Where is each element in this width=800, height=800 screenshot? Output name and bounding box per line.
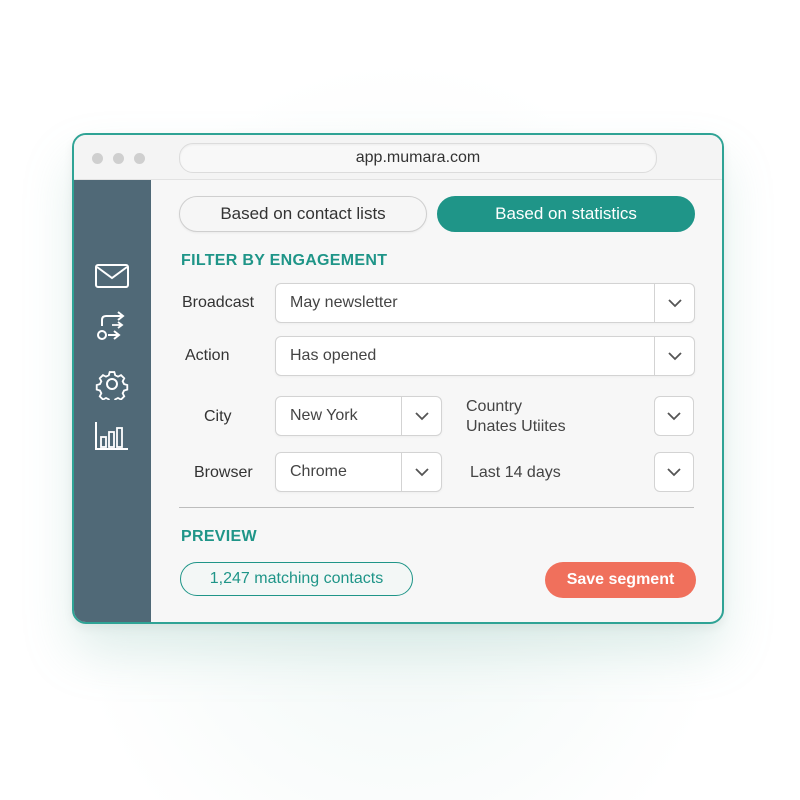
sidebar-item-automation[interactable] <box>94 310 130 342</box>
automation-icon <box>97 311 125 340</box>
city-value: New York <box>290 407 358 424</box>
broadcast-select[interactable]: May newsletter <box>275 283 695 323</box>
page-canvas: app.mumara.com Based on contact lists Ba… <box>0 0 800 800</box>
sidebar <box>74 180 151 622</box>
tab-statistics-label: Based on statistics <box>495 204 637 223</box>
chevron-down-icon[interactable] <box>401 397 441 435</box>
country-dropdown-button[interactable] <box>654 396 694 436</box>
action-value: Has opened <box>290 347 377 364</box>
broadcast-label: Broadcast <box>182 294 255 311</box>
broadcast-value: May newsletter <box>290 294 398 311</box>
bar-chart-icon <box>95 422 128 450</box>
tab-statistics[interactable]: Based on statistics <box>437 196 695 232</box>
action-label: Action <box>185 347 230 364</box>
browser-value: Chrome <box>290 463 347 480</box>
city-label: City <box>204 408 232 425</box>
sidebar-item-reports[interactable] <box>94 420 130 452</box>
window-dot-minimize[interactable] <box>113 153 124 164</box>
browser-label: Browser <box>194 464 253 481</box>
tab-contact-lists[interactable]: Based on contact lists <box>179 196 427 232</box>
envelope-icon <box>95 264 129 288</box>
date-range-dropdown-button[interactable] <box>654 452 694 492</box>
date-range-value: Last 14 days <box>470 464 561 481</box>
matching-contacts-text: 1,247 matching contacts <box>209 570 384 587</box>
window-dot-close[interactable] <box>92 153 103 164</box>
save-segment-button[interactable]: Save segment <box>545 562 696 598</box>
browser-window: app.mumara.com Based on contact lists Ba… <box>72 133 724 624</box>
country-label: Country <box>466 398 523 415</box>
browser-titlebar: app.mumara.com <box>74 135 722 180</box>
gear-icon <box>95 371 129 404</box>
tab-contact-lists-label: Based on contact lists <box>220 204 386 223</box>
chevron-down-icon[interactable] <box>654 284 694 322</box>
chevron-down-icon[interactable] <box>654 337 694 375</box>
address-bar-url: app.mumara.com <box>355 149 481 166</box>
chevron-down-icon[interactable] <box>401 453 441 491</box>
sidebar-item-settings[interactable] <box>94 368 130 404</box>
section-divider <box>179 507 694 508</box>
window-dot-maximize[interactable] <box>134 153 145 164</box>
chevron-down-icon <box>667 411 681 420</box>
chevron-down-icon <box>667 467 681 476</box>
sidebar-item-email[interactable] <box>94 260 130 292</box>
matching-contacts-badge: 1,247 matching contacts <box>180 562 413 596</box>
address-bar[interactable]: app.mumara.com <box>179 143 657 173</box>
city-select[interactable]: New York <box>275 396 442 436</box>
action-select[interactable]: Has opened <box>275 336 695 376</box>
segment-builder: Based on contact lists Based on statisti… <box>151 180 722 622</box>
browser-select[interactable]: Chrome <box>275 452 442 492</box>
save-segment-label: Save segment <box>566 571 675 588</box>
country-value: Unates Utiites <box>466 418 566 435</box>
preview-section-title: PREVIEW <box>181 528 257 545</box>
filter-section-title: FILTER BY ENGAGEMENT <box>181 252 388 269</box>
